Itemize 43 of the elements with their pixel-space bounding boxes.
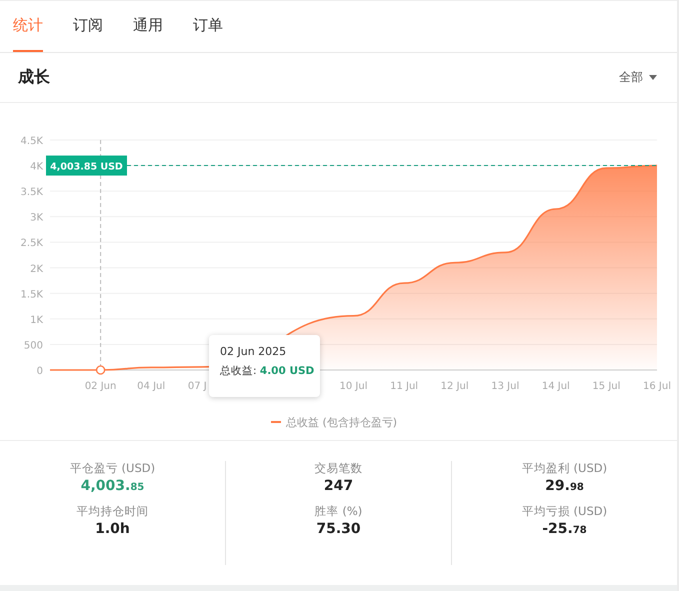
stat-value: 247 xyxy=(324,478,354,494)
tooltip-date: 02 Jun 2025 xyxy=(220,345,288,358)
y-axis-label: 1K xyxy=(30,314,43,326)
tooltip-value: 总收益: 4.00 USD xyxy=(220,364,316,378)
x-axis-label: 04 Jul xyxy=(137,381,166,392)
x-axis-label: 13 Jul xyxy=(491,381,520,392)
y-axis-label: 2K xyxy=(30,264,43,275)
x-axis-label: 07 J xyxy=(188,381,207,392)
y-axis-label: 500 xyxy=(24,340,43,352)
filter-dropdown[interactable]: 全部 xyxy=(619,69,657,86)
y-axis-label: 3.5K xyxy=(20,187,43,198)
stat-label: 平仓盈亏 (USD) xyxy=(70,461,156,476)
stat-label: 胜率 (%) xyxy=(314,504,362,519)
y-axis-label: 0 xyxy=(36,366,43,377)
y-axis-label: 4K xyxy=(30,162,43,173)
y-axis-label: 3K xyxy=(30,212,43,224)
section-title: 成长 xyxy=(18,67,50,88)
ref-line-label: 4,003.85 USD xyxy=(50,162,123,173)
tab[interactable]: 订阅 xyxy=(73,1,103,52)
stat-label: 平均盈利 (USD) xyxy=(522,461,608,476)
stat-value: 1.0h xyxy=(95,521,130,537)
x-axis-label: 11 Jul xyxy=(390,381,418,392)
x-axis-label: 10 Jul xyxy=(340,381,368,392)
y-axis-label: 2.5K xyxy=(20,238,43,250)
tab[interactable]: 订单 xyxy=(193,1,223,52)
y-axis-label: 4.5K xyxy=(20,136,43,147)
stat-label: 交易笔数 xyxy=(314,461,362,476)
tab[interactable]: 通用 xyxy=(133,1,163,52)
x-axis-label: 12 Jul xyxy=(440,381,469,392)
value-label: 4,003.85 USD xyxy=(46,156,127,176)
stat-label: 平均亏损 (USD) xyxy=(522,504,608,519)
stat-value: 4,003.85 xyxy=(80,478,144,494)
x-axis-label: 15 Jul xyxy=(592,381,620,392)
stat-label: 平均持仓时间 xyxy=(76,504,148,519)
stat-value: -25.78 xyxy=(542,521,587,537)
x-axis-label: 16 Jul xyxy=(643,381,671,392)
x-axis-label: 02 Jun xyxy=(84,381,116,392)
x-axis-label: 14 Jul xyxy=(542,381,570,392)
stat-value: 29.98 xyxy=(545,478,584,494)
caret-icon xyxy=(649,75,657,80)
y-axis-label: 1.5K xyxy=(20,289,43,300)
stat-value: 75.30 xyxy=(316,521,361,537)
hover-point xyxy=(96,365,106,375)
